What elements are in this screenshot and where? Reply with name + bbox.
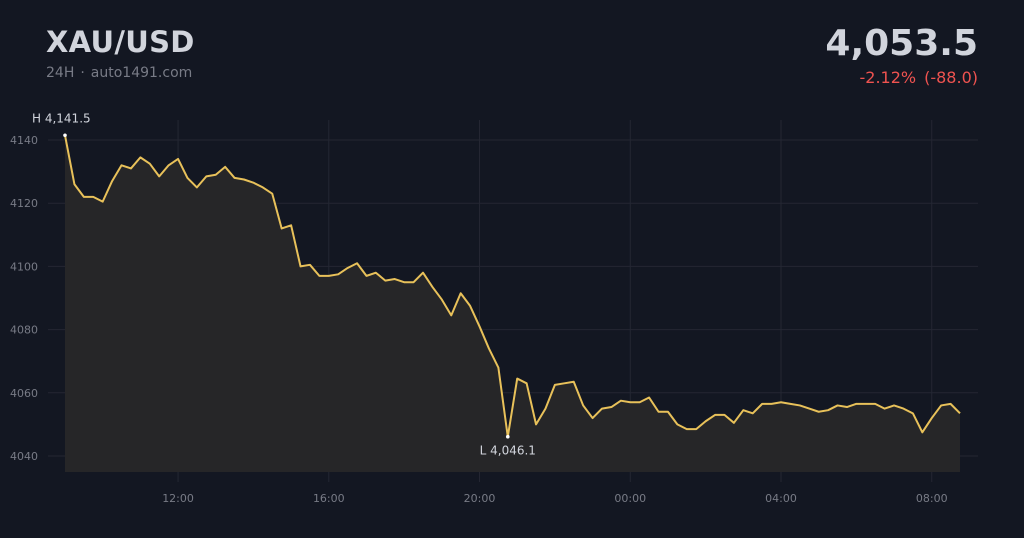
x-tick-label: 04:00 — [765, 492, 797, 505]
high-marker — [63, 133, 67, 138]
y-tick-label: 4140 — [10, 134, 38, 147]
low-label: L 4,046.1 — [480, 444, 536, 458]
x-tick-label: 08:00 — [916, 492, 948, 505]
y-tick-label: 4040 — [10, 450, 38, 463]
y-tick-label: 4060 — [10, 387, 38, 400]
x-tick-label: 20:00 — [464, 492, 496, 505]
y-tick-label: 4120 — [10, 197, 38, 210]
y-tick-label: 4080 — [10, 324, 38, 337]
x-tick-label: 16:00 — [313, 492, 345, 505]
y-tick-label: 4100 — [10, 260, 38, 273]
x-tick-label: 00:00 — [614, 492, 646, 505]
price-chart[interactable]: 4040 4060 4080 4100 4120 4140 12:00 16:00 20:00 0… — [0, 0, 1024, 538]
low-marker — [505, 434, 510, 439]
high-label: H 4,141.5 — [32, 111, 91, 125]
x-tick-label: 12:00 — [162, 492, 194, 505]
